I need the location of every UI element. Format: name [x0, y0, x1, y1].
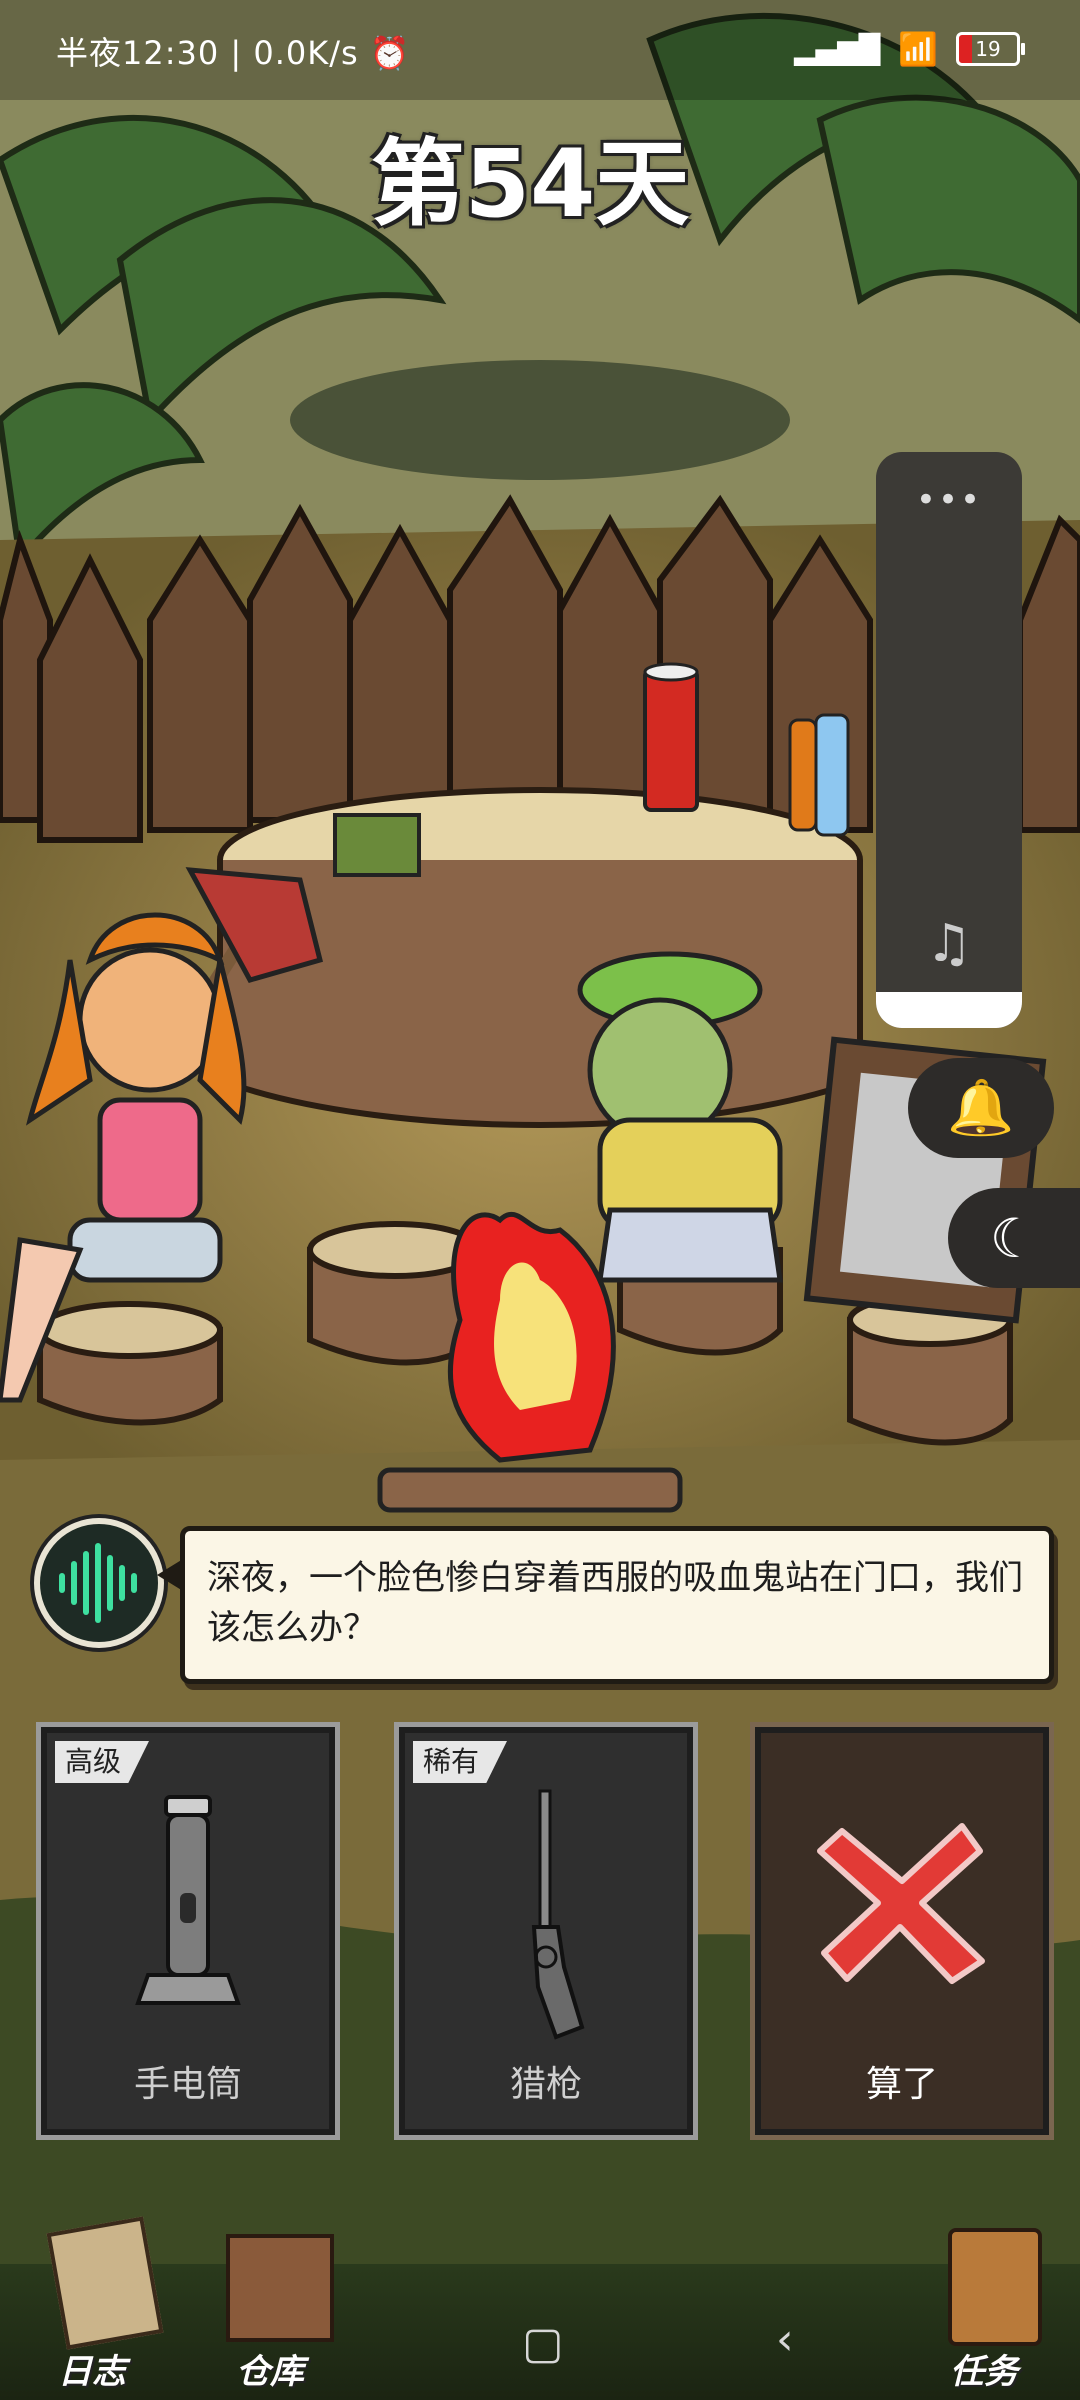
choice-cancel[interactable]: 算了	[750, 1722, 1054, 2140]
choice-label: 猎枪	[509, 2064, 582, 2105]
bottom-bar: 日志 仓库 ▢ ‹ 任务	[0, 2216, 1080, 2400]
day-title: 第54天	[370, 130, 690, 239]
choice-flashlight[interactable]: 高级 手电筒	[36, 1722, 340, 2140]
battery-level: 19	[975, 37, 1001, 61]
dialog-text: 深夜，一个脸色惨白穿着西服的吸血鬼站在门口，我们该怎么办？	[207, 1558, 1023, 1648]
network-speed: 0.0K/s	[253, 34, 359, 72]
more-dots-icon[interactable]: •••	[876, 480, 1022, 520]
panel-handle[interactable]	[876, 992, 1022, 1028]
bell-button[interactable]: 🔔	[908, 1058, 1054, 1158]
status-left: 半夜12:30 | 0.0K/s ⏰	[56, 28, 411, 74]
flashlight-icon	[135, 1795, 241, 2005]
night-mode-button[interactable]: ☾	[948, 1188, 1080, 1288]
choice-label: 手电筒	[133, 2064, 242, 2105]
alarm-icon: ⏰	[369, 34, 411, 72]
choice-hunting-rifle[interactable]: 稀有 猎枪	[394, 1722, 698, 2140]
rarity-tag: 稀有	[413, 1741, 507, 1783]
warehouse-icon[interactable]	[226, 2234, 334, 2342]
nav-tasks[interactable]: 任务	[950, 2344, 1018, 2393]
bell-icon: 🔔	[947, 1076, 1015, 1139]
choice-label: 算了	[865, 2064, 938, 2105]
hunting-rifle-icon	[531, 1789, 585, 2040]
journal-icon[interactable]	[46, 2216, 164, 2350]
event-dialog: 深夜，一个脸色惨白穿着西服的吸血鬼站在门口，我们该怎么办？	[157, 1526, 1054, 1684]
rarity-tag: 高级	[55, 1741, 149, 1783]
status-separator: |	[230, 34, 254, 72]
wifi-icon: 📶	[898, 30, 938, 68]
status-right: ▂▄▆█ 📶 19	[794, 30, 1025, 68]
music-note-icon[interactable]: ♫	[876, 914, 1022, 974]
system-back-button[interactable]: ‹	[776, 2314, 794, 2365]
red-x-icon	[817, 1823, 985, 1984]
sound-wave-icon	[59, 1543, 137, 1623]
narrator-avatar	[34, 1518, 164, 1648]
status-bar: 半夜12:30 | 0.0K/s ⏰ ▂▄▆█ 📶 19	[0, 0, 1080, 100]
clock: 半夜12:30	[56, 34, 220, 72]
signal-hd-icon: ▂▄▆█	[794, 32, 881, 66]
system-home-button[interactable]: ▢	[522, 2318, 564, 2369]
battery-icon: 19	[956, 32, 1025, 66]
floating-tool-panel[interactable]: ••• ♫	[876, 452, 1022, 1028]
nav-warehouse[interactable]: 仓库	[236, 2344, 304, 2393]
moon-icon: ☾	[989, 1206, 1039, 1270]
nav-journal[interactable]: 日志	[58, 2344, 126, 2393]
task-clipboard-icon[interactable]	[948, 2228, 1042, 2346]
